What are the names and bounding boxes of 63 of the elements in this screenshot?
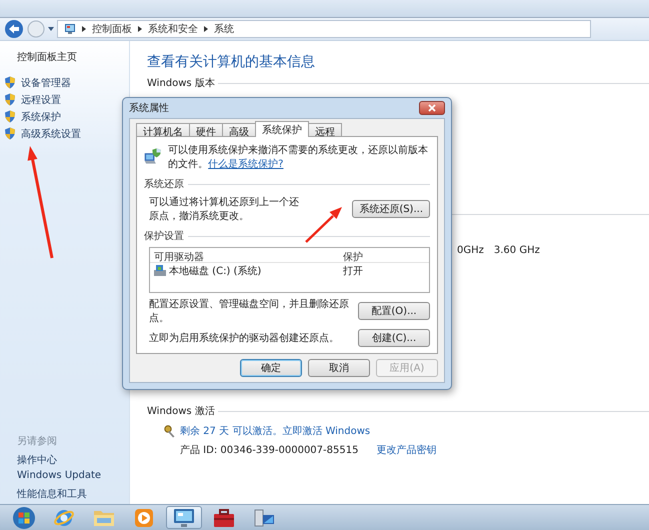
- tab[interactable]: 计算机名: [136, 123, 190, 136]
- section-heading: 另请参阅: [17, 434, 58, 448]
- group-label: 系统还原: [144, 178, 184, 191]
- annotation-arrow: [305, 207, 342, 243]
- breadcrumb[interactable]: 系统和安全: [148, 22, 198, 36]
- monitor-icon[interactable]: [173, 506, 195, 528]
- close-button[interactable]: [419, 101, 445, 115]
- back-icon[interactable]: [4, 19, 24, 39]
- tab[interactable]: 远程: [308, 123, 342, 136]
- dialog-button[interactable]: 确定: [240, 359, 302, 377]
- caret-icon[interactable]: [48, 27, 54, 31]
- description-text: 可以通过将计算机还原到上一个还原点，撤消系统更改。: [149, 196, 299, 223]
- activation-link[interactable]: 剩余 27 天 可以激活。立即激活 Windows: [180, 424, 370, 438]
- tab[interactable]: 系统保护: [255, 121, 309, 137]
- control-panel-icon: [64, 23, 76, 35]
- page-title: 查看有关计算机的基本信息: [147, 53, 316, 71]
- sidebar-link[interactable]: 控制面板主页: [17, 50, 129, 64]
- system-restore-button[interactable]: 系统还原(S)...: [352, 200, 430, 218]
- help-link[interactable]: 什么是系统保护?: [208, 159, 284, 170]
- sidebar-link[interactable]: 系统保护: [21, 110, 61, 124]
- shield-icon: [4, 76, 16, 89]
- tab[interactable]: 高级: [222, 123, 256, 136]
- section-heading: Windows 版本: [147, 76, 215, 90]
- breadcrumb[interactable]: 控制面板: [92, 22, 132, 36]
- sidebar-link[interactable]: Windows Update: [17, 470, 129, 487]
- action-button[interactable]: 创建(C)...: [358, 329, 430, 347]
- description-text: 立即为启用系统保护的驱动器创建还原点。: [149, 332, 339, 345]
- chevron-icon: [138, 26, 142, 32]
- chevron-icon: [204, 26, 208, 32]
- taskbar-button[interactable]: [166, 506, 202, 529]
- chevron-icon: [82, 26, 86, 32]
- sidebar-link[interactable]: 性能信息和工具: [17, 487, 129, 504]
- dialog-button[interactable]: 取消: [308, 359, 370, 377]
- column-header[interactable]: 保护: [339, 248, 429, 263]
- product-id: 产品 ID: 00346-339-0000007-85515: [180, 444, 358, 457]
- info-text: 3.60 GHz: [494, 245, 540, 256]
- description-text: 配置还原设置、管理磁盘空间，并且删除还原点。: [149, 298, 350, 325]
- toolbox-icon[interactable]: [213, 508, 235, 528]
- sidebar-link[interactable]: 高级系统设置: [21, 126, 81, 140]
- section-heading: Windows 激活: [147, 405, 215, 418]
- shield-icon: [4, 93, 16, 106]
- drive-icon: [154, 265, 166, 276]
- close-icon: [428, 104, 436, 112]
- breadcrumb[interactable]: 系统: [214, 22, 234, 36]
- sidebar-link[interactable]: 设备管理器: [21, 76, 71, 90]
- column-header[interactable]: 可用驱动器: [150, 248, 339, 263]
- computer-icon[interactable]: [253, 506, 275, 528]
- sidebar-link[interactable]: 远程设置: [21, 92, 61, 106]
- play-icon[interactable]: [133, 506, 155, 528]
- sidebar-link[interactable]: 操作中心: [17, 453, 129, 470]
- shield-icon: [4, 110, 16, 123]
- dialog-title: 系统属性: [129, 102, 169, 115]
- list-cell[interactable]: 本地磁盘 (C:) (系统): [169, 264, 262, 278]
- group-label: 保护设置: [144, 230, 184, 243]
- address-bar[interactable]: 控制面板 系统和安全 系统: [57, 20, 591, 38]
- info-text: 0GHz: [457, 245, 484, 256]
- start-orb-icon[interactable]: [12, 506, 36, 530]
- description-text: 可以使用系统保护来撤消不需要的系统更改，还原以前版本的文件。什么是系统保护?: [168, 144, 430, 171]
- change-key-link[interactable]: 更改产品密钥: [376, 443, 436, 457]
- tab[interactable]: 硬件: [189, 123, 223, 136]
- list-cell[interactable]: 打开: [339, 263, 429, 278]
- shield-icon: [4, 127, 16, 140]
- action-button[interactable]: 配置(O)...: [358, 302, 430, 320]
